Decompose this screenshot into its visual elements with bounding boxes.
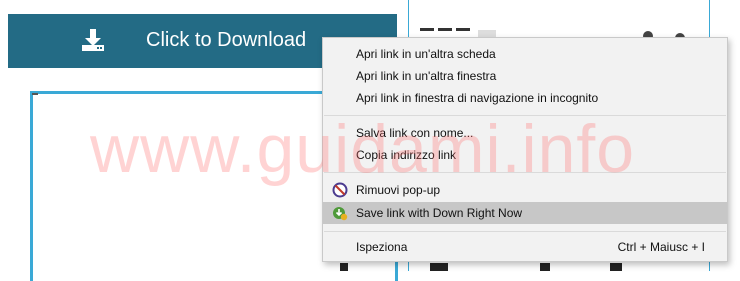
menu-separator — [324, 231, 726, 232]
menu-item-label: Save link with Down Right Now — [356, 206, 523, 220]
menu-item-save-with-down-right-now[interactable]: Save link with Down Right Now — [323, 202, 727, 224]
bottom-fragments — [340, 263, 622, 271]
menu-separator — [324, 172, 726, 173]
menu-separator — [324, 115, 726, 116]
ad-frame-corner — [32, 93, 38, 95]
menu-item-inspect[interactable]: Ispeziona Ctrl + Maiusc + I — [323, 236, 727, 258]
menu-item-label: Apri link in finestra di navigazione in … — [356, 91, 599, 105]
menu-item-shortcut: Ctrl + Maiusc + I — [617, 240, 705, 254]
download-button-label: Click to Download — [146, 29, 307, 51]
menu-item-remove-popup[interactable]: Rimuovi pop-up — [323, 179, 727, 201]
menu-item-label: Copia indirizzo link — [356, 148, 457, 162]
menu-item-label: Apri link in un'altra finestra — [356, 69, 497, 83]
menu-item-open-new-window[interactable]: Apri link in un'altra finestra — [323, 65, 727, 87]
menu-item-copy-link-address[interactable]: Copia indirizzo link — [323, 144, 727, 166]
block-icon — [332, 182, 348, 198]
menu-item-label: Apri link in un'altra scheda — [356, 47, 496, 61]
menu-item-label: Rimuovi pop-up — [356, 183, 441, 197]
download-icon — [82, 29, 104, 51]
menu-item-open-new-tab[interactable]: Apri link in un'altra scheda — [323, 43, 727, 65]
menu-item-save-link-as[interactable]: Salva link con nome... — [323, 122, 727, 144]
context-menu: Apri link in un'altra scheda Apri link i… — [322, 37, 728, 262]
menu-item-label: Ispeziona — [356, 240, 408, 254]
down-right-now-icon — [333, 207, 348, 221]
menu-item-open-incognito[interactable]: Apri link in finestra di navigazione in … — [323, 87, 727, 109]
menu-item-label: Salva link con nome... — [356, 126, 474, 140]
